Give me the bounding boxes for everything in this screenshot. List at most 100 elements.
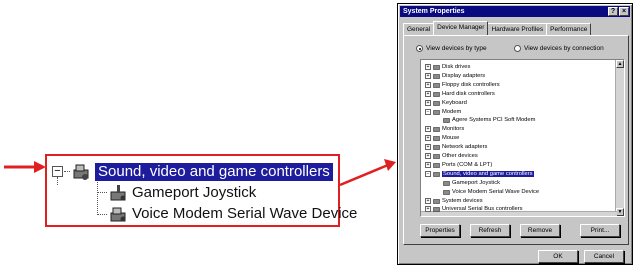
tree-item[interactable]: + Monitors: [425, 125, 464, 133]
device-icon: [433, 163, 440, 168]
tree-item-label: Modem: [442, 108, 462, 115]
tree-item[interactable]: Gameport Joystick: [443, 179, 500, 187]
scroll-down-icon[interactable]: ▼: [616, 208, 624, 216]
tree-item-label: Voice Modem Serial Wave Device: [452, 188, 540, 195]
device-icon: [433, 207, 440, 213]
refresh-button[interactable]: Refresh: [470, 224, 510, 237]
expand-toggle[interactable]: +: [425, 72, 431, 79]
radio-view-by-connection[interactable]: View devices by connection: [514, 45, 604, 52]
tree-item-label: Network adapters: [442, 144, 488, 151]
device-icon: [433, 65, 440, 70]
expand-toggle[interactable]: +: [425, 153, 431, 159]
tree-item[interactable]: Agere Systems PCI Soft Modem: [443, 116, 535, 124]
print-button[interactable]: Print...: [580, 224, 620, 237]
scroll-up-icon[interactable]: ▲: [616, 60, 624, 68]
tree-item-label: Ports (COM & LPT): [442, 161, 493, 168]
expand-toggle[interactable]: +: [425, 90, 431, 97]
device-icon: [433, 100, 440, 106]
window-title: System Properties: [403, 8, 465, 15]
device-icon: [433, 198, 440, 204]
device-manager-panel: View devices by type View devices by con…: [403, 35, 629, 245]
zoomed-tree-callout: − Sound, video and game controllers Game…: [45, 154, 357, 227]
device-icon: [443, 189, 450, 195]
tree-item[interactable]: + Other devices: [425, 152, 478, 160]
joystick-device-icon: [110, 185, 126, 201]
device-icon: [433, 82, 440, 88]
expand-toggle[interactable]: +: [425, 64, 431, 70]
tree-item[interactable]: + System devices: [425, 197, 483, 205]
tree-item-label: Keyboard: [442, 99, 467, 106]
tree-item[interactable]: + Mouse: [425, 134, 459, 142]
tree-item-label: Universal Serial Bus controllers: [442, 206, 523, 213]
tab-strip: General Device Manager Hardware Profiles…: [403, 21, 592, 35]
tree-item-label: Display adapters: [442, 72, 486, 79]
tree-item[interactable]: − Modem: [425, 108, 461, 116]
tree-item-label: Disk drives: [442, 64, 471, 70]
radio-view-by-type[interactable]: View devices by type: [416, 45, 487, 52]
tree-item[interactable]: − Sound, video and game controllers: [425, 170, 534, 178]
expand-toggle[interactable]: −: [425, 170, 431, 177]
tree-item[interactable]: + Ports (COM & LPT): [425, 161, 492, 169]
close-button[interactable]: ×: [619, 7, 629, 16]
tree-item-label: Hard disk controllers: [442, 90, 495, 97]
device-icon: [433, 109, 440, 115]
vertical-scrollbar[interactable]: ▲ ▼: [615, 60, 624, 216]
device-icon: [433, 171, 440, 177]
device-icon: [433, 145, 440, 150]
tree-item-label: Sound, video and game controllers: [442, 170, 534, 177]
title-bar[interactable]: System Properties ? ×: [400, 6, 630, 17]
tree-item-gameport-joystick[interactable]: Gameport Joystick: [108, 183, 256, 203]
help-button[interactable]: ?: [608, 7, 618, 16]
tab-performance[interactable]: Performance: [546, 23, 592, 35]
device-icon: [433, 74, 440, 79]
device-icon: [433, 154, 440, 159]
expand-toggle[interactable]: +: [425, 144, 431, 151]
device-icon: [433, 136, 440, 141]
device-tree[interactable]: ▲ ▼ + Disk drives + Display adapters + Floppy…: [420, 59, 625, 217]
expand-toggle[interactable]: +: [425, 206, 431, 213]
remove-button[interactable]: Remove: [520, 224, 560, 237]
tree-item-sound-video-game[interactable]: Sound, video and game controllers: [71, 162, 333, 182]
device-icon: [443, 180, 450, 186]
tab-hardware-profiles[interactable]: Hardware Profiles: [487, 23, 548, 35]
device-icon: [443, 118, 450, 124]
cancel-button[interactable]: Cancel: [584, 250, 624, 263]
expand-toggle[interactable]: +: [425, 197, 431, 204]
tree-item-voice-modem[interactable]: Voice Modem Serial Wave Device: [108, 204, 357, 224]
wave-device-icon: [110, 207, 126, 222]
tree-item-label: Monitors: [442, 126, 465, 133]
radio-label: View devices by type: [426, 45, 487, 52]
tree-item[interactable]: + Disk drives: [425, 63, 470, 71]
device-label: Gameport Joystick: [132, 184, 257, 201]
callout-arrow-icon: [4, 161, 46, 173]
selected-label: Sound, video and game controllers: [95, 163, 333, 181]
expand-toggle[interactable]: −: [425, 108, 431, 115]
properties-button[interactable]: Properties: [420, 224, 460, 237]
device-icon: [433, 127, 440, 133]
tree-item-label: System devices: [442, 197, 483, 204]
tree-item[interactable]: + Keyboard: [425, 99, 467, 107]
tree-item-label: Other devices: [442, 153, 478, 159]
expand-toggle[interactable]: +: [425, 135, 431, 142]
tree-item[interactable]: + Display adapters: [425, 72, 485, 80]
tab-device-manager[interactable]: Device Manager: [433, 21, 489, 35]
expand-toggle[interactable]: +: [425, 81, 431, 88]
expand-toggle[interactable]: +: [425, 161, 431, 168]
sound-device-icon: [73, 164, 89, 180]
radio-unselected[interactable]: [514, 45, 521, 52]
collapse-toggle[interactable]: −: [52, 166, 63, 177]
tree-item[interactable]: + Universal Serial Bus controllers: [425, 205, 523, 213]
tree-item-label: Floppy disk controllers: [442, 81, 500, 88]
expand-toggle[interactable]: +: [425, 99, 431, 106]
ok-button[interactable]: OK: [538, 250, 578, 263]
tree-item[interactable]: Voice Modem Serial Wave Device: [443, 188, 539, 196]
pointer-arrow-icon: [340, 159, 396, 187]
tree-item[interactable]: + Floppy disk controllers: [425, 81, 500, 89]
expand-toggle[interactable]: +: [425, 126, 431, 133]
tree-item[interactable]: + Hard disk controllers: [425, 90, 495, 98]
tab-general[interactable]: General: [403, 23, 435, 35]
tree-item-label: Mouse: [442, 135, 460, 142]
device-icon: [433, 91, 440, 97]
tree-item[interactable]: + Network adapters: [425, 143, 487, 151]
radio-selected[interactable]: [416, 45, 423, 52]
